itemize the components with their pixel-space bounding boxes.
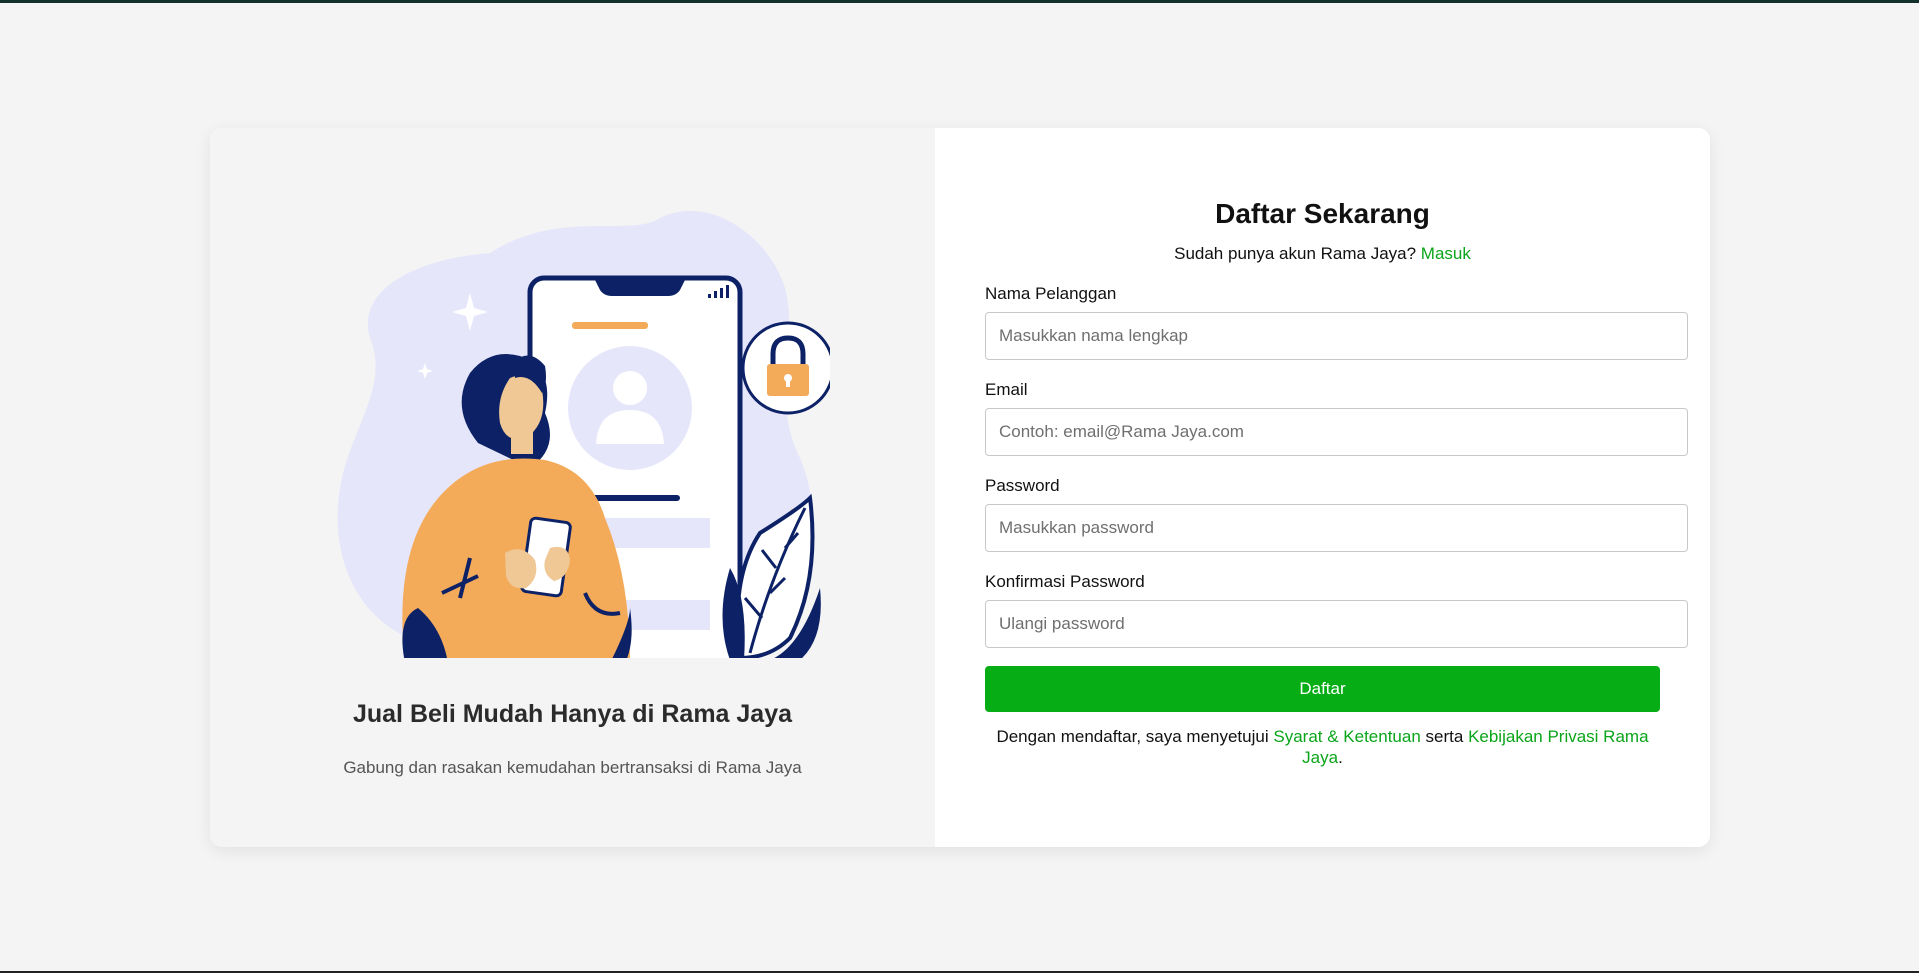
terms-middle: serta bbox=[1425, 727, 1464, 746]
profile-avatar-icon bbox=[568, 346, 692, 470]
email-label: Email bbox=[985, 380, 1028, 399]
terms-notice: Dengan mendaftar, saya menyetujui Syarat… bbox=[985, 726, 1660, 768]
terms-link[interactable]: Syarat & Ketentuan bbox=[1273, 727, 1420, 746]
signup-illustration bbox=[337, 210, 830, 658]
name-field-group: Nama Pelanggan bbox=[985, 284, 1688, 360]
promo-panel: Jual Beli Mudah Hanya di Rama Jaya Gabun… bbox=[210, 128, 935, 847]
register-button[interactable]: Daftar bbox=[985, 666, 1660, 712]
lock-icon bbox=[741, 321, 830, 415]
email-input[interactable] bbox=[985, 408, 1688, 456]
form-panel: Daftar Sekarang Sudah punya akun Rama Ja… bbox=[935, 128, 1710, 847]
name-input[interactable] bbox=[985, 312, 1688, 360]
email-field-group: Email bbox=[985, 380, 1688, 456]
name-label: Nama Pelanggan bbox=[985, 284, 1117, 303]
promo-title: Jual Beli Mudah Hanya di Rama Jaya bbox=[352, 700, 793, 728]
promo-subtitle: Gabung dan rasakan kemudahan bertransaks… bbox=[343, 758, 802, 777]
register-form: Daftar Sekarang Sudah punya akun Rama Ja… bbox=[985, 198, 1688, 768]
password-label: Password bbox=[985, 476, 1060, 495]
login-prompt-text: Sudah punya akun Rama Jaya? bbox=[1174, 244, 1417, 263]
login-link[interactable]: Masuk bbox=[1421, 244, 1471, 263]
login-prompt: Sudah punya akun Rama Jaya? Masuk bbox=[985, 244, 1660, 264]
confirm-password-input[interactable] bbox=[985, 600, 1688, 648]
password-field-group: Password bbox=[985, 476, 1688, 552]
terms-prefix: Dengan mendaftar, saya menyetujui bbox=[996, 727, 1269, 746]
top-edge-bar bbox=[0, 0, 1919, 3]
form-title: Daftar Sekarang bbox=[1215, 198, 1430, 229]
register-card: Jual Beli Mudah Hanya di Rama Jaya Gabun… bbox=[210, 128, 1710, 847]
password-input[interactable] bbox=[985, 504, 1688, 552]
terms-suffix: . bbox=[1338, 748, 1343, 767]
confirm-password-label: Konfirmasi Password bbox=[985, 572, 1145, 591]
confirm-password-field-group: Konfirmasi Password bbox=[985, 572, 1688, 648]
